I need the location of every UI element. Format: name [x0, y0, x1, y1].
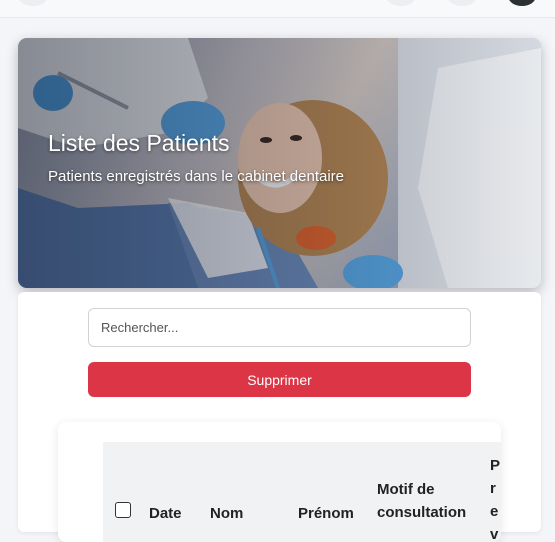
user-avatar[interactable]: [508, 0, 536, 6]
page-subtitle: Patients enregistrés dans le cabinet den…: [48, 168, 345, 185]
patients-table: Date Nom Prénom Motif de consultation P …: [58, 422, 501, 542]
search-input[interactable]: [88, 308, 471, 347]
hero-overlay: [18, 38, 541, 288]
top-navbar: [0, 0, 555, 18]
nav-icon[interactable]: [447, 0, 477, 6]
column-header-prenom[interactable]: Prénom: [298, 502, 354, 525]
hero-banner: Liste des Patients Patients enregistrés …: [18, 38, 541, 288]
patients-card: Supprimer Date Nom Prénom Motif de consu…: [18, 292, 541, 542]
table-header: Date Nom Prénom Motif de consultation P …: [103, 442, 501, 542]
column-header-motif[interactable]: Motif de consultation: [377, 478, 481, 524]
select-all-checkbox[interactable]: [115, 502, 131, 518]
nav-icon[interactable]: [386, 0, 416, 6]
delete-button[interactable]: Supprimer: [88, 362, 471, 397]
nav-icon[interactable]: [18, 0, 48, 6]
column-header-date[interactable]: Date: [149, 502, 182, 525]
column-header-nom[interactable]: Nom: [210, 502, 243, 525]
column-header-partial[interactable]: P re vo: [490, 454, 501, 542]
page-title: Liste des Patients: [48, 130, 230, 156]
